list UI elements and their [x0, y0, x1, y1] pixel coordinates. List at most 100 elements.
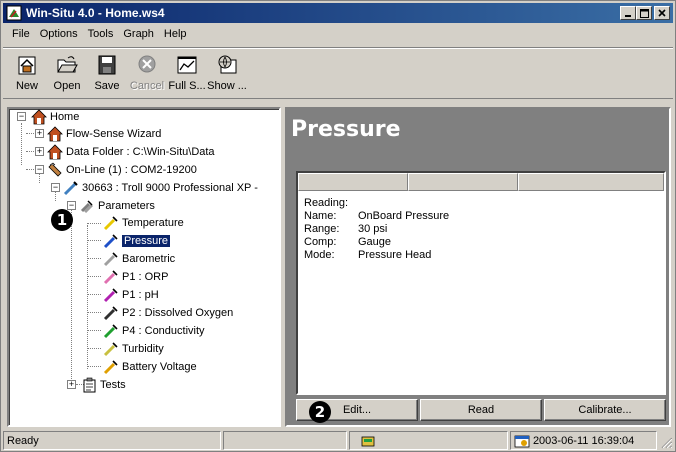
connection-icon: [361, 436, 375, 446]
close-icon: [658, 9, 666, 17]
resize-grip-icon[interactable]: [659, 435, 673, 449]
menu-tools[interactable]: Tools: [83, 26, 119, 43]
tree-item-parameter[interactable]: P1 : pH: [103, 287, 159, 303]
tree-item-parameter[interactable]: Pressure: [103, 233, 171, 249]
menu-file[interactable]: File: [7, 26, 35, 43]
tree-label-parameter: Battery Voltage: [122, 361, 197, 373]
new-label: New: [15, 80, 38, 92]
tree-item-parameter[interactable]: Turbidity: [103, 341, 164, 357]
tree-item-parameters[interactable]: Parameters: [79, 198, 155, 214]
column-header[interactable]: [408, 173, 518, 191]
tree-item-online[interactable]: On-Line (1) : COM2-19200: [47, 162, 197, 178]
house-icon: [18, 56, 36, 75]
graph-window-icon: [177, 56, 197, 74]
save-label: Save: [94, 80, 120, 92]
tree-label-parameter: Pressure: [122, 235, 171, 247]
show-button[interactable]: Show ...: [207, 54, 247, 96]
detail-title: Pressure: [291, 117, 401, 142]
sensor-probe-icon: [103, 252, 118, 267]
home-icon: [47, 144, 63, 160]
collapse-toggle-device[interactable]: −: [51, 183, 60, 192]
maximize-button[interactable]: [636, 6, 652, 20]
tree-item-parameter[interactable]: P2 : Dissolved Oxygen: [103, 305, 233, 321]
browser-window-icon: [218, 55, 237, 74]
open-label: Open: [53, 80, 81, 92]
tree-item-wizard[interactable]: Flow-Sense Wizard: [47, 126, 161, 142]
tree-label-parameter: P1 : pH: [122, 289, 159, 301]
tree-label-tests: Tests: [100, 379, 126, 391]
tree-label-home: Home: [50, 111, 80, 123]
collapse-toggle-online[interactable]: −: [35, 165, 44, 174]
column-header[interactable]: [298, 173, 408, 191]
open-button[interactable]: Open: [49, 54, 85, 96]
save-button[interactable]: Save: [89, 54, 125, 96]
detail-row-name: Name: OnBoard Pressure: [304, 210, 450, 222]
battery-icon: [103, 360, 118, 375]
tree-label-parameters: Parameters: [98, 200, 155, 212]
tree-line: [71, 209, 72, 383]
calendar-icon: [514, 435, 530, 447]
tree-item-parameter[interactable]: Battery Voltage: [103, 359, 197, 375]
tree-label-parameter: P1 : ORP: [122, 271, 169, 283]
close-button[interactable]: [654, 6, 670, 20]
minimize-icon: [625, 15, 631, 17]
tree-line: [87, 276, 101, 277]
tree-line: [26, 169, 34, 170]
menu-bar: File Options Tools Graph Help: [3, 25, 673, 44]
sensor-probe-icon: [103, 216, 118, 231]
tree-item-parameter[interactable]: Temperature: [103, 215, 184, 231]
tree-item-parameter[interactable]: Barometric: [103, 251, 175, 267]
sensor-probe-icon: [103, 234, 118, 249]
minimize-button[interactable]: [620, 6, 636, 20]
fullscreen-label: Full S...: [168, 80, 206, 92]
expand-toggle-data-folder[interactable]: +: [35, 147, 44, 156]
parameter-details: Reading: Name: OnBoard Pressure Range: 30 …: [304, 197, 449, 262]
navigation-tree[interactable]: − + + − − − + Home Flow-Sense Wizard Dat…: [7, 107, 281, 427]
tree-item-parameter[interactable]: P4 : Conductivity: [103, 323, 205, 339]
new-button[interactable]: New: [9, 54, 45, 96]
tree-item-home[interactable]: Home: [31, 109, 79, 125]
tree-label-parameter: Barometric: [122, 253, 176, 265]
sensor-probe-icon: [103, 324, 118, 339]
tree-line: [87, 294, 101, 295]
tree-line: [55, 191, 56, 201]
home-icon: [31, 109, 47, 125]
tree-line: [87, 330, 101, 331]
expand-toggle-tests[interactable]: +: [67, 380, 76, 389]
callout-marker-2: 2: [309, 401, 331, 423]
title-bar[interactable]: Win-Situ 4.0 - Home.ws4: [3, 3, 673, 23]
reading-label: Reading:: [304, 197, 349, 209]
callout-marker-1: 1: [51, 209, 73, 231]
collapse-toggle-home[interactable]: −: [17, 112, 26, 121]
calibrate-button[interactable]: Calibrate...: [544, 399, 666, 421]
tree-label-parameter: P2 : Dissolved Oxygen: [122, 307, 234, 319]
tree-item-data-folder[interactable]: Data Folder : C:\Win-Situ\Data: [47, 144, 215, 160]
tree-label-parameter: P4 : Conductivity: [122, 325, 205, 337]
column-header[interactable]: [518, 173, 664, 191]
probe-icon: [48, 162, 62, 177]
fullscreen-button[interactable]: Full S...: [168, 54, 206, 96]
tree-item-parameter[interactable]: P1 : ORP: [103, 269, 168, 285]
tree-line: [87, 348, 101, 349]
detail-panel: Pressure Reading: Name: OnBoard Pressure …: [285, 107, 671, 427]
tree-label-online: On-Line (1) : COM2-19200: [66, 164, 197, 176]
tree-item-device[interactable]: 30663 : Troll 9000 Professional XP -: [63, 180, 258, 196]
tree-label-wizard: Flow-Sense Wizard: [66, 128, 162, 140]
menu-help[interactable]: Help: [159, 26, 192, 43]
app-window: Win-Situ 4.0 - Home.ws4 File Options Too…: [0, 0, 676, 452]
expand-toggle-wizard[interactable]: +: [35, 129, 44, 138]
floppy-disk-icon: [98, 55, 116, 75]
tree-label-data-folder: Data Folder : C:\Win-Situ\Data: [66, 146, 215, 158]
status-datetime-panel: 2003-06-11 16:39:04: [509, 431, 658, 450]
menu-graph[interactable]: Graph: [118, 26, 159, 43]
toolbar: New Open Save Cancel Full S... Show ...: [3, 47, 673, 99]
status-bar: Ready 2003-06-11 16:39:04: [3, 431, 673, 450]
collapse-toggle-parameters[interactable]: −: [67, 201, 76, 210]
tree-item-tests[interactable]: Tests: [81, 377, 126, 393]
sensor-probe-icon: [103, 288, 118, 303]
read-button[interactable]: Read: [420, 399, 542, 421]
menu-options[interactable]: Options: [35, 26, 83, 43]
cancel-button[interactable]: Cancel: [129, 54, 165, 96]
status-connection-panel: [348, 431, 508, 450]
cancel-label: Cancel: [129, 80, 165, 92]
